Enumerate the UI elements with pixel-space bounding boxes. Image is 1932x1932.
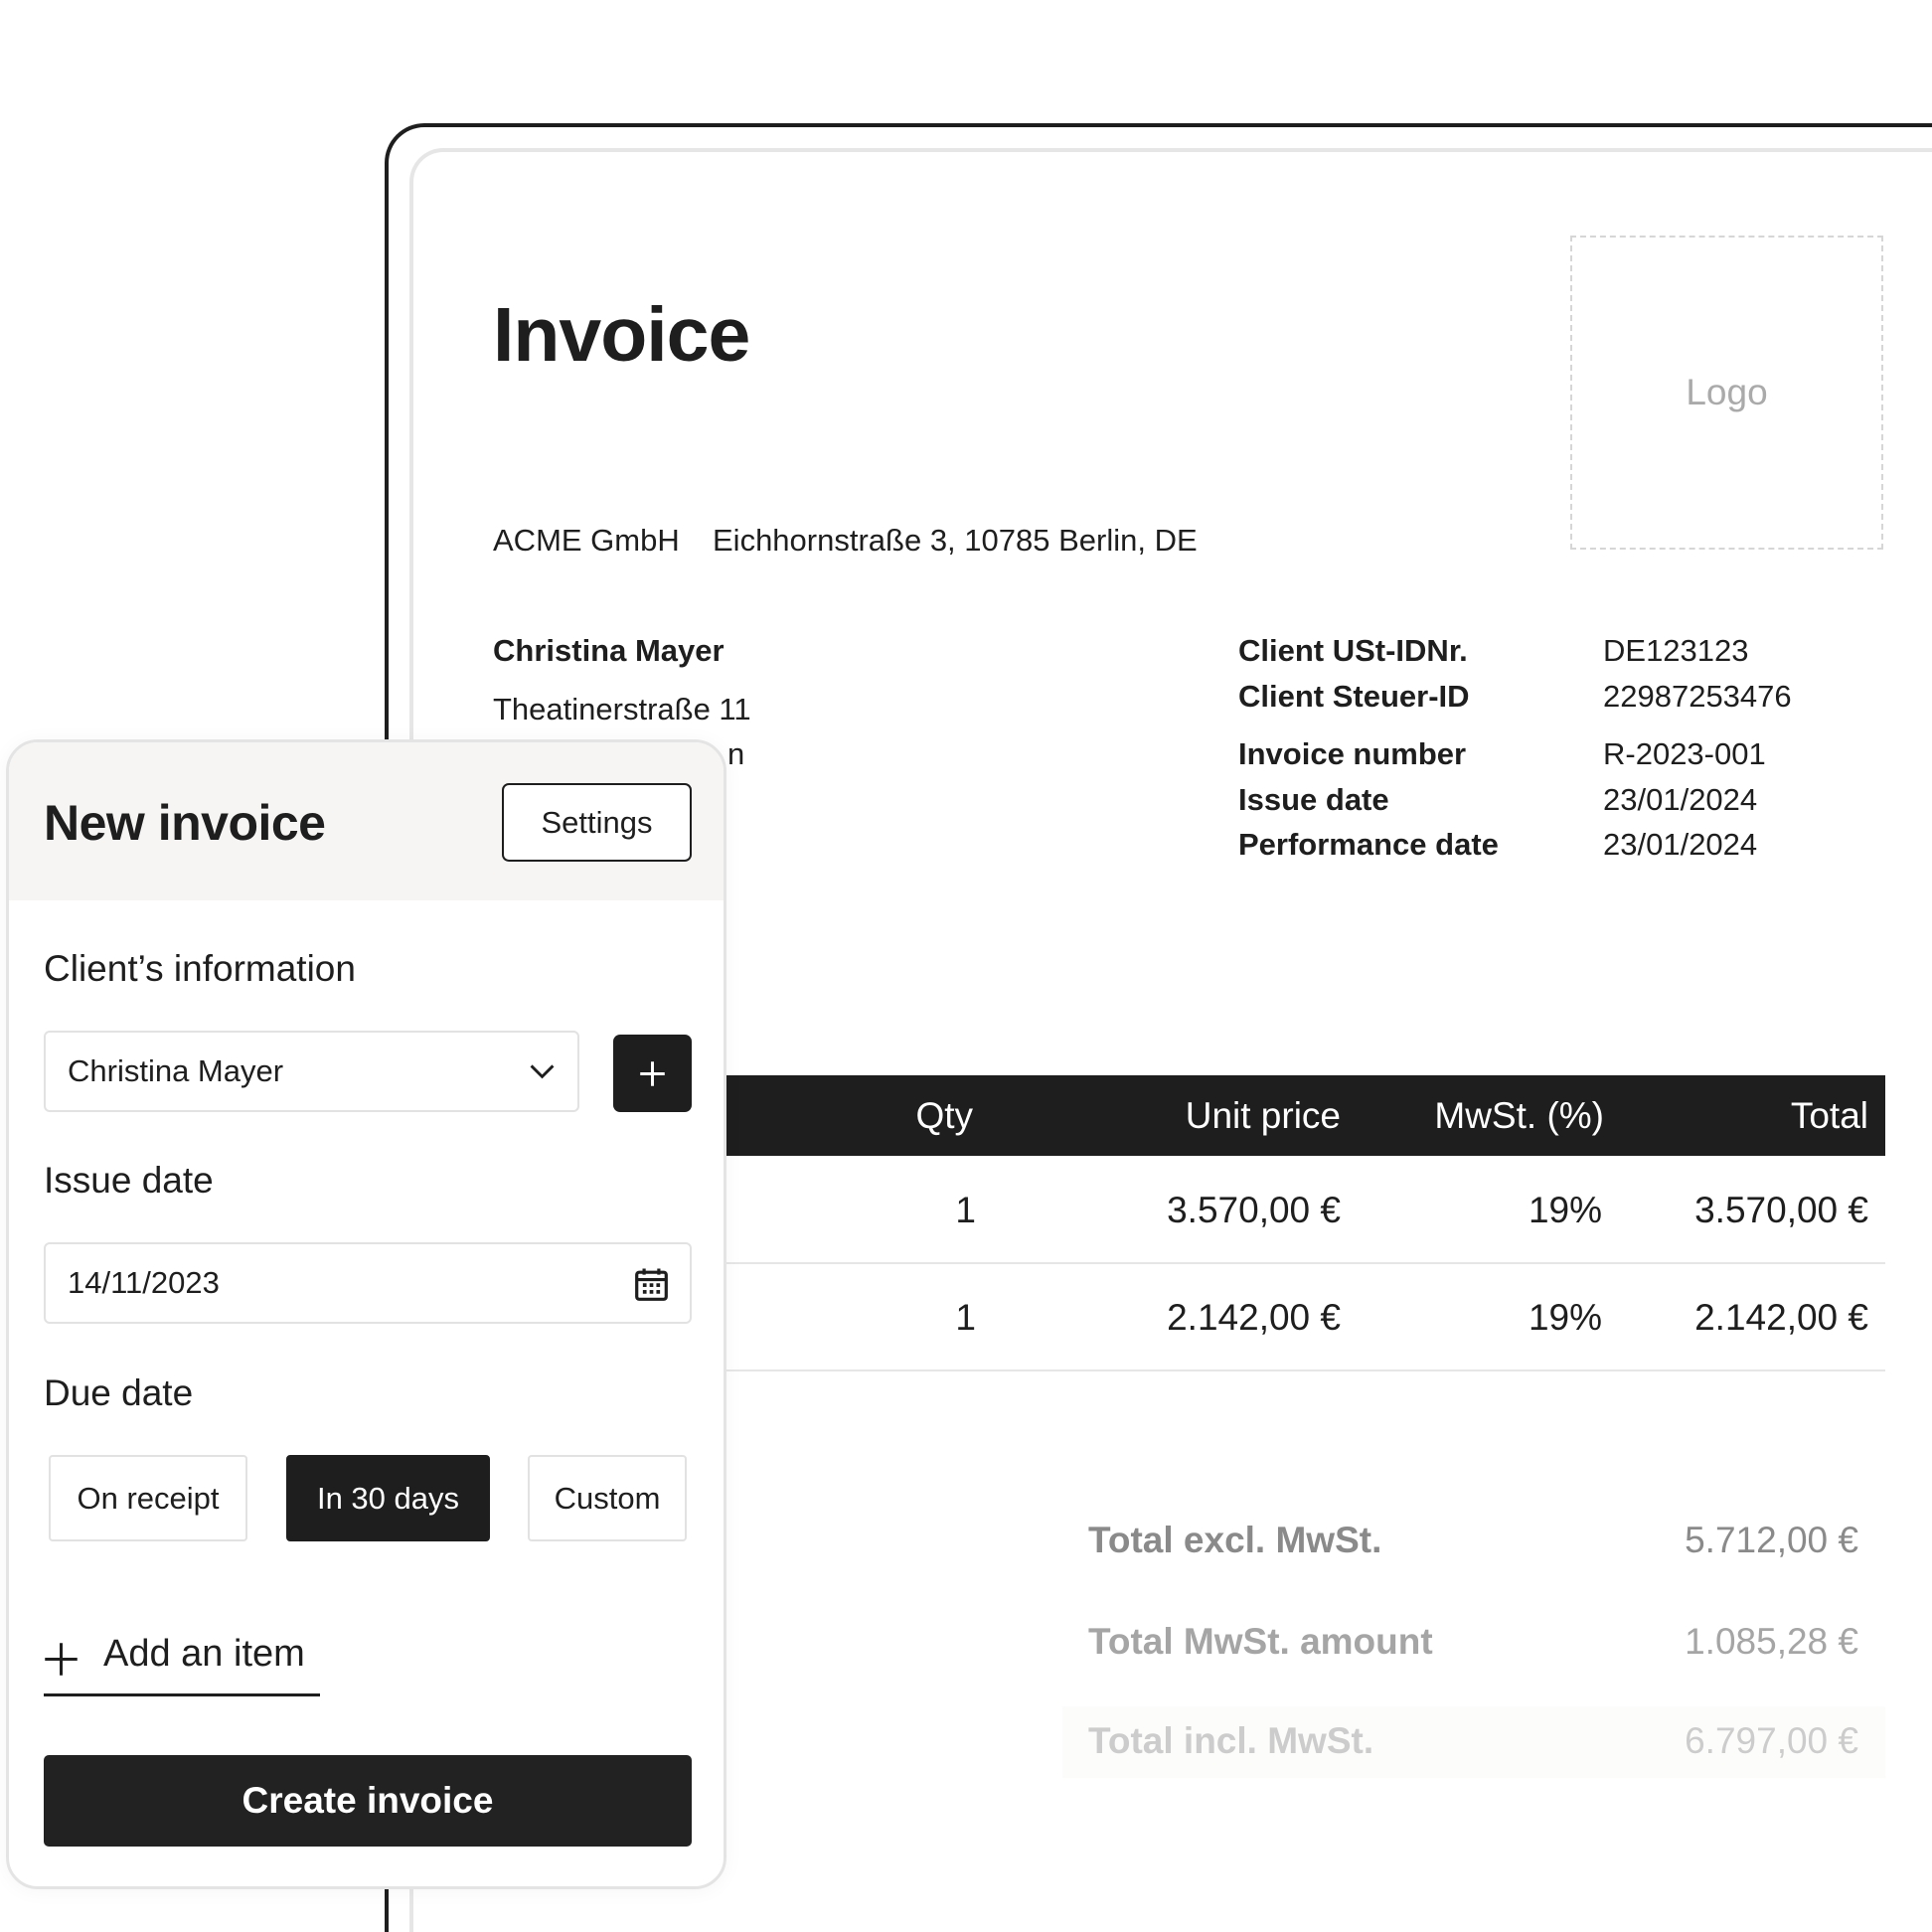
issue-date-value: 14/11/2023 (68, 1265, 220, 1300)
total-label: Total incl. MwSt. (1088, 1720, 1374, 1761)
logo-placeholder-text: Logo (1686, 372, 1768, 412)
new-invoice-panel: New invoice Settings Client’s informatio… (6, 739, 726, 1889)
plus-icon (640, 1061, 665, 1086)
add-item-label: Add an item (103, 1633, 305, 1675)
client-city: n (727, 736, 745, 771)
header-qty: Qty (915, 1094, 973, 1136)
detail-label: Performance date (1238, 827, 1499, 862)
row-total: 2.142,00 € (1694, 1296, 1868, 1338)
total-value: 1.085,28 € (1685, 1621, 1858, 1662)
detail-label: Invoice number (1238, 736, 1467, 771)
items-table-header: Qty Unit price MwSt. (%) Total (690, 1075, 1885, 1156)
invoice-title: Invoice (493, 292, 750, 378)
detail-value: 23/01/2024 (1603, 782, 1758, 817)
row-unit-price: 2.142,00 € (1167, 1296, 1341, 1338)
detail-value: 23/01/2024 (1603, 827, 1758, 862)
row-vat: 19% (1528, 1296, 1602, 1338)
plus-icon (45, 1643, 78, 1676)
client-street: Theatinerstraße 11 (493, 692, 751, 726)
due-option-in-30-days[interactable]: In 30 days (286, 1455, 490, 1541)
company-name: ACME GmbH (493, 523, 680, 558)
due-option-custom[interactable]: Custom (528, 1455, 687, 1541)
add-client-button[interactable] (613, 1035, 692, 1112)
header-unit-price: Unit price (1185, 1094, 1341, 1136)
detail-label: Client USt-IDNr. (1238, 633, 1468, 668)
detail-value: DE123123 (1603, 633, 1749, 668)
table-row: 1 3.570,00 € 19% 3.570,00 € (690, 1158, 1885, 1264)
row-total: 3.570,00 € (1694, 1189, 1868, 1230)
calendar-icon[interactable] (633, 1266, 670, 1303)
client-select-value: Christina Mayer (68, 1053, 284, 1088)
client-section-label: Client’s information (44, 948, 356, 989)
total-value: 5.712,00 € (1685, 1520, 1858, 1560)
client-name: Christina Mayer (493, 633, 724, 668)
detail-value: 22987253476 (1603, 679, 1792, 714)
create-invoice-button[interactable]: Create invoice (44, 1755, 692, 1847)
detail-value: R-2023-001 (1603, 736, 1766, 771)
row-qty: 1 (955, 1296, 976, 1338)
detail-label: Issue date (1238, 782, 1389, 817)
total-label: Total MwSt. amount (1088, 1621, 1433, 1662)
row-unit-price: 3.570,00 € (1167, 1189, 1341, 1230)
detail-label: Client Steuer-ID (1238, 679, 1470, 714)
header-total: Total (1790, 1094, 1868, 1136)
row-qty: 1 (955, 1189, 976, 1230)
total-value: 6.797,00 € (1685, 1720, 1858, 1761)
issue-date-input[interactable]: 14/11/2023 (44, 1242, 692, 1324)
chevron-down-icon (530, 1064, 555, 1079)
row-vat: 19% (1528, 1189, 1602, 1230)
due-date-label: Due date (44, 1372, 194, 1413)
total-label: Total excl. MwSt. (1088, 1520, 1382, 1560)
due-option-on-receipt[interactable]: On receipt (49, 1455, 247, 1541)
client-select[interactable]: Christina Mayer (44, 1031, 579, 1112)
panel-title: New invoice (44, 795, 326, 851)
table-row: 1 2.142,00 € 19% 2.142,00 € (690, 1265, 1885, 1371)
issue-date-label: Issue date (44, 1160, 214, 1201)
settings-button[interactable]: Settings (502, 783, 692, 862)
add-item-button[interactable]: Add an item (44, 1627, 320, 1696)
logo-placeholder[interactable]: Logo (1570, 236, 1883, 550)
header-vat: MwSt. (%) (1434, 1094, 1604, 1136)
company-address: Eichhornstraße 3, 10785 Berlin, DE (713, 523, 1198, 558)
